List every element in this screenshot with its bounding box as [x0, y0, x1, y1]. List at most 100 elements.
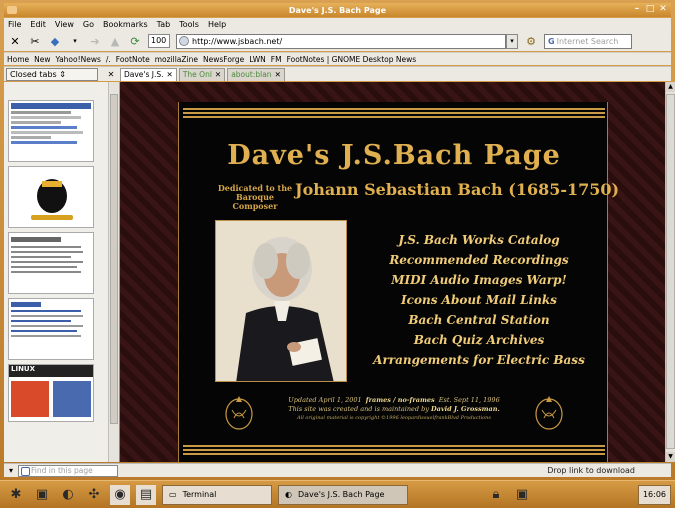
menu-view[interactable]: View: [55, 20, 74, 29]
find-options-icon[interactable]: ▾: [4, 466, 18, 475]
minimize-icon[interactable]: –: [632, 4, 642, 14]
browser-icon: ◐: [285, 489, 292, 499]
link-recordings[interactable]: Recommended Recordings: [351, 250, 607, 270]
tab-close-icon[interactable]: ✕: [275, 69, 281, 81]
page-scrollbar[interactable]: ▲ ▼: [665, 82, 675, 462]
reload-icon[interactable]: ⟳: [128, 34, 142, 48]
menu-tools[interactable]: Tools: [179, 20, 199, 29]
bookmarks-toolbar: Home New Yahoo!News /. FootNote mozillaZ…: [4, 52, 671, 65]
terminal-label: Terminal: [182, 489, 217, 499]
bookmark-footnote[interactable]: FootNote: [116, 55, 150, 64]
bach-portrait: [215, 220, 347, 382]
url-text: http://www.jsbach.net/: [192, 36, 283, 46]
link-electric-bass[interactable]: Arrangements for Electric Bass: [351, 350, 607, 370]
tab-close-icon[interactable]: ✕: [167, 69, 173, 81]
workspace-1-icon[interactable]: ◉: [110, 484, 130, 505]
frames-link[interactable]: frames / no-frames: [366, 396, 435, 404]
page-viewport: Dave's J.S.Bach Page Dedicated to the Ba…: [120, 82, 665, 462]
bookmark-newsforge[interactable]: NewsForge: [203, 55, 244, 64]
tray-monitor-icon[interactable]: ▣: [512, 485, 532, 505]
link-quiz-archives[interactable]: Bach Quiz Archives: [351, 330, 607, 350]
search-placeholder: Internet Search: [556, 36, 619, 46]
browser-launcher-icon[interactable]: ◐: [58, 485, 78, 505]
dropdown-icon[interactable]: ▾: [68, 34, 82, 48]
taskbar-terminal[interactable]: ▭ Terminal: [162, 484, 272, 505]
link-central-station[interactable]: Bach Central Station: [351, 310, 607, 330]
go-icon[interactable]: ⚙: [524, 34, 538, 48]
bach-page: Dave's J.S.Bach Page Dedicated to the Ba…: [178, 102, 619, 462]
forward-icon[interactable]: ➔: [88, 34, 102, 48]
scroll-thumb[interactable]: [666, 94, 675, 449]
tab-thumbnail[interactable]: [8, 298, 94, 360]
footer-text: Updated April 1, 2001 frames / no-frames…: [263, 396, 525, 423]
status-text: Drop link to download: [547, 466, 635, 475]
menu-edit[interactable]: Edit: [30, 20, 46, 29]
tab-label: about:blan: [231, 69, 272, 79]
start-icon[interactable]: ✱: [6, 485, 26, 505]
page-title: Dave's J.S.Bach Page: [227, 140, 561, 171]
url-input[interactable]: http://www.jsbach.net/: [176, 33, 506, 49]
bookmark-lwn[interactable]: LWN: [249, 55, 266, 64]
tab-label: Dave's J.S.: [124, 69, 164, 79]
bookmark-slashdot[interactable]: /.: [106, 55, 111, 64]
sidebar-scrollbar[interactable]: [108, 82, 119, 462]
menu-help[interactable]: Help: [208, 20, 226, 29]
author-link[interactable]: David J. Grossman.: [431, 405, 500, 413]
tab-bach[interactable]: Dave's J.S. ✕: [120, 67, 177, 81]
menu-bar: File Edit View Go Bookmarks Tab Tools He…: [4, 18, 671, 31]
files-icon[interactable]: ▣: [32, 485, 52, 505]
bookmark-mozillazine[interactable]: mozillaZine: [155, 55, 198, 64]
find-input[interactable]: Find in this page: [18, 464, 118, 477]
footer-copyright: All original material is copyright ©1996…: [297, 415, 491, 421]
window-titlebar[interactable]: Dave's J.S. Bach Page – □ ✕: [4, 3, 671, 17]
window-title: Dave's J.S. Bach Page: [288, 5, 387, 15]
navigation-toolbar: ✕ ✂ ◆ ▾ ➔ ▲ ⟳ 100 http://www.jsbach.net/…: [4, 31, 671, 51]
bookmark-new[interactable]: New: [34, 55, 50, 64]
tray-lock-icon[interactable]: 🔒︎: [486, 485, 506, 505]
search-engine-icon[interactable]: G: [548, 35, 555, 48]
sidebar-close-icon[interactable]: ✕: [104, 70, 118, 79]
closed-tabs-sidebar: LINUX: [4, 82, 119, 462]
tab-thumbnail[interactable]: [8, 166, 94, 228]
bookmark-footnotes-gnome[interactable]: FootNotes | GNOME Desktop News: [287, 55, 417, 64]
stop-icon[interactable]: ✕: [8, 34, 22, 48]
taskbar-browser[interactable]: ◐ Dave's J.S. Bach Page: [278, 484, 408, 505]
tab-onion[interactable]: The Onl ✕: [178, 67, 226, 81]
browser-label: Dave's J.S. Bach Page: [297, 489, 385, 499]
menu-go[interactable]: Go: [83, 20, 94, 29]
tab-thumbnail[interactable]: [8, 232, 94, 294]
tab-close-icon[interactable]: ✕: [215, 69, 221, 81]
footer-est: Est. Sept 11, 1996: [438, 396, 500, 404]
window-controls: – □ ✕: [632, 4, 668, 14]
tab-thumbnail[interactable]: LINUX: [8, 364, 94, 422]
link-works-catalog[interactable]: J.S. Bach Works Catalog: [351, 230, 607, 250]
menu-file[interactable]: File: [8, 20, 21, 29]
url-history-button[interactable]: ▾: [506, 33, 518, 49]
workspace-2-icon[interactable]: ▤: [136, 484, 156, 505]
link-midi-audio-images[interactable]: MIDI Audio Images Warp!: [351, 270, 607, 290]
closed-tabs-dropdown[interactable]: Closed tabs ⇕: [6, 67, 98, 81]
tools-icon[interactable]: ✂: [28, 34, 42, 48]
scroll-down-icon[interactable]: ▼: [666, 452, 675, 462]
menu-tab[interactable]: Tab: [157, 20, 171, 29]
settings-icon[interactable]: ✣: [84, 485, 104, 505]
bach-seal-right: [535, 396, 563, 430]
search-input[interactable]: G Internet Search: [544, 33, 632, 49]
tab-blank[interactable]: about:blan ✕: [227, 67, 285, 81]
scroll-up-icon[interactable]: ▲: [666, 82, 675, 92]
closed-tabs-label: Closed tabs: [10, 69, 57, 79]
footer-updated: Updated April 1, 2001: [288, 396, 362, 404]
bookmark-home[interactable]: Home: [7, 55, 29, 64]
link-icons-about-mail[interactable]: Icons About Mail Links: [351, 290, 607, 310]
tab-thumbnail[interactable]: [8, 100, 94, 162]
maximize-icon[interactable]: □: [645, 4, 655, 14]
bottom-rule: [183, 445, 605, 457]
close-icon[interactable]: ✕: [658, 4, 668, 14]
bookmark-fm[interactable]: FM: [271, 55, 282, 64]
clock[interactable]: 16:06: [637, 485, 671, 505]
home-icon[interactable]: ▲: [108, 34, 122, 48]
back-icon[interactable]: ◆: [48, 34, 62, 48]
bookmark-yahoo-news[interactable]: Yahoo!News: [56, 55, 101, 64]
zoom-field[interactable]: 100: [148, 34, 170, 48]
menu-bookmarks[interactable]: Bookmarks: [103, 20, 148, 29]
